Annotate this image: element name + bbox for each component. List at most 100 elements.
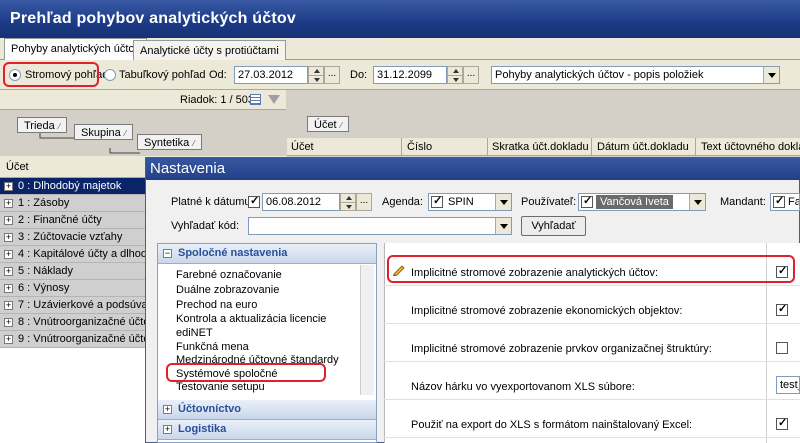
platne-label: Platné k dátumu: [171,196,254,208]
setting-label: Implicitné stromové zobrazenie prvkov or… [411,343,712,355]
col-datum[interactable]: Dátum účt.dokladu [597,141,689,153]
filter-toolbar: Stromový pohľad Tabuľkový pohľad Od: 27.… [0,60,800,90]
setting-label: Použiť na export do XLS s formátom nainš… [411,419,693,431]
row-counter: Riadok: 1 / 503 [180,94,254,106]
mandant-select[interactable]: Fa [770,193,800,211]
tab-pohyby[interactable]: Pohyby analytických účtov [4,38,148,60]
vyhladat-label: Vyhľadať kód: [171,220,240,232]
highlight-setting-analyticke [387,255,795,283]
chevron-down-icon[interactable] [495,194,511,210]
expand-icon[interactable]: + [4,182,13,191]
expand-icon[interactable]: + [4,284,13,293]
list-item[interactable]: Testovanie setupu [176,381,265,393]
group-chip-skupina[interactable]: Skupina [74,124,134,140]
setting-checkbox[interactable] [776,302,788,316]
tree-row[interactable]: +3 : Zúčtovacie vzťahy [0,229,145,246]
setting-row-organizacnej: Implicitné stromové zobrazenie prvkov or… [384,324,800,362]
highlight-systemove-spolocne [166,363,326,382]
vyhladat-button[interactable]: Vyhľadať [521,216,586,236]
platne-date-input[interactable]: 06.08.2012 [262,193,340,211]
od-spin[interactable] [308,66,324,84]
do-spin[interactable] [447,66,463,84]
expand-icon[interactable]: + [4,335,13,344]
pouzivatel-value: Vančová Iveta [596,195,673,209]
tab-strip: Pohyby analytických účtov Analytické účt… [0,38,800,60]
platne-picker-button[interactable]: ... [356,193,372,211]
do-date-input[interactable]: 31.12.2099 [373,66,447,84]
report-select-value: Pohyby analytických účtov - popis položi… [495,69,704,81]
group-chip-syntetika[interactable]: Syntetika [137,134,202,150]
tree-row[interactable]: +1 : Zásoby [0,195,145,212]
expand-icon[interactable]: + [4,233,13,242]
table-view-label[interactable]: Tabuľkový pohľad [119,69,206,81]
mandant-checkbox[interactable] [773,194,785,208]
list-item[interactable]: Duálne zobrazovanie [176,284,279,296]
platne-spin[interactable] [340,193,356,211]
agenda-select[interactable]: SPIN [428,193,512,211]
group-chip-trieda[interactable]: Trieda [17,117,68,133]
tree-row[interactable]: +8 : Vnútroorganizačné účtovn [0,314,145,331]
chevron-down-icon[interactable] [495,218,511,234]
grid-icon[interactable] [250,94,261,105]
agenda-value: SPIN [448,196,474,208]
list-item[interactable]: ediNET [176,327,213,339]
col-ucet[interactable]: Účet [291,141,314,153]
expand-icon[interactable]: + [163,405,172,414]
expand-icon[interactable]: + [4,301,13,310]
list-item[interactable]: Funkčná mena [176,341,249,353]
expand-icon[interactable]: + [4,199,13,208]
expand-icon[interactable]: + [4,216,13,225]
section-spolocne[interactable]: − Spoločné nastavenia [158,244,376,264]
table-view-radio[interactable] [104,69,116,81]
tree-row[interactable]: +4 : Kapitálové účty a dlhodobé [0,246,145,263]
expand-icon[interactable]: + [4,250,13,259]
tree-row[interactable]: +7 : Uzávierkové a podsúvahové [0,297,145,314]
list-item[interactable]: Prechod na euro [176,299,257,311]
platne-checkbox[interactable] [248,194,260,208]
pouzivatel-checkbox[interactable] [581,194,593,208]
tree-row[interactable]: +5 : Náklady [0,263,145,280]
group-chip-ucet[interactable]: Účet [307,116,349,132]
agenda-checkbox[interactable] [431,194,443,208]
tab-protiucty[interactable]: Analytické účty s protiúčtami [133,40,286,60]
expand-icon[interactable]: + [163,425,172,434]
section-logistika[interactable]: + Logistika [158,420,376,440]
group-by-zone: Trieda Skupina Syntetika [0,110,286,156]
col-cislo[interactable]: Číslo [407,141,432,153]
pouzivatel-select[interactable]: Vančová Iveta [578,193,706,211]
od-picker-button[interactable]: ... [324,66,340,84]
highlight-tree-view [3,62,99,87]
setting-checkbox[interactable] [776,342,788,354]
report-select[interactable]: Pohyby analytických účtov - popis položi… [491,66,780,84]
od-date-input[interactable]: 27.03.2012 [234,66,308,84]
do-picker-button[interactable]: ... [463,66,479,84]
tree-row[interactable]: +0 : Dlhodobý majetok [0,178,145,195]
setting-checkbox[interactable] [776,416,788,430]
tree-row[interactable]: +9 : Vnútroorganizačné účtovn [0,331,145,348]
list-scrollbar[interactable] [360,265,374,395]
agenda-label: Agenda: [382,196,423,208]
setting-value-input[interactable]: test_ [776,376,800,394]
mandant-label: Mandant: [720,196,766,208]
do-label: Do: [350,69,368,81]
setting-label: Názov hárku vo vyexportovanom XLS súbore… [411,381,635,393]
list-item[interactable]: Kontrola a aktualizácia licencie [176,313,326,325]
collapse-icon[interactable]: − [163,249,172,258]
tree-row[interactable]: +6 : Výnosy [0,280,145,297]
col-skratka[interactable]: Skratka účt.dokladu [492,141,589,153]
vyhladat-input[interactable] [248,217,512,235]
col-text[interactable]: Text účtovného dokladu [701,141,800,153]
expand-icon[interactable]: + [4,318,13,327]
section-uctovnictvo[interactable]: + Účtovníctvo [158,400,376,420]
chevron-down-icon[interactable] [763,67,779,83]
tree-row[interactable]: +2 : Finančné účty [0,212,145,229]
expand-icon[interactable]: + [4,267,13,276]
chevron-down-icon[interactable] [689,194,705,210]
dialog-title: Nastavenia [146,158,800,180]
filter-icon[interactable] [268,95,280,104]
pouzivatel-label: Používateľ: [521,196,577,208]
setting-row-xls-excel: Použiť na export do XLS s formátom nainš… [384,400,800,438]
window-title: Prehľad pohybov analytických účtov [0,0,800,38]
setting-label: Implicitné stromové zobrazenie ekonomick… [411,305,683,317]
list-item[interactable]: Farebné označovanie [176,269,282,281]
